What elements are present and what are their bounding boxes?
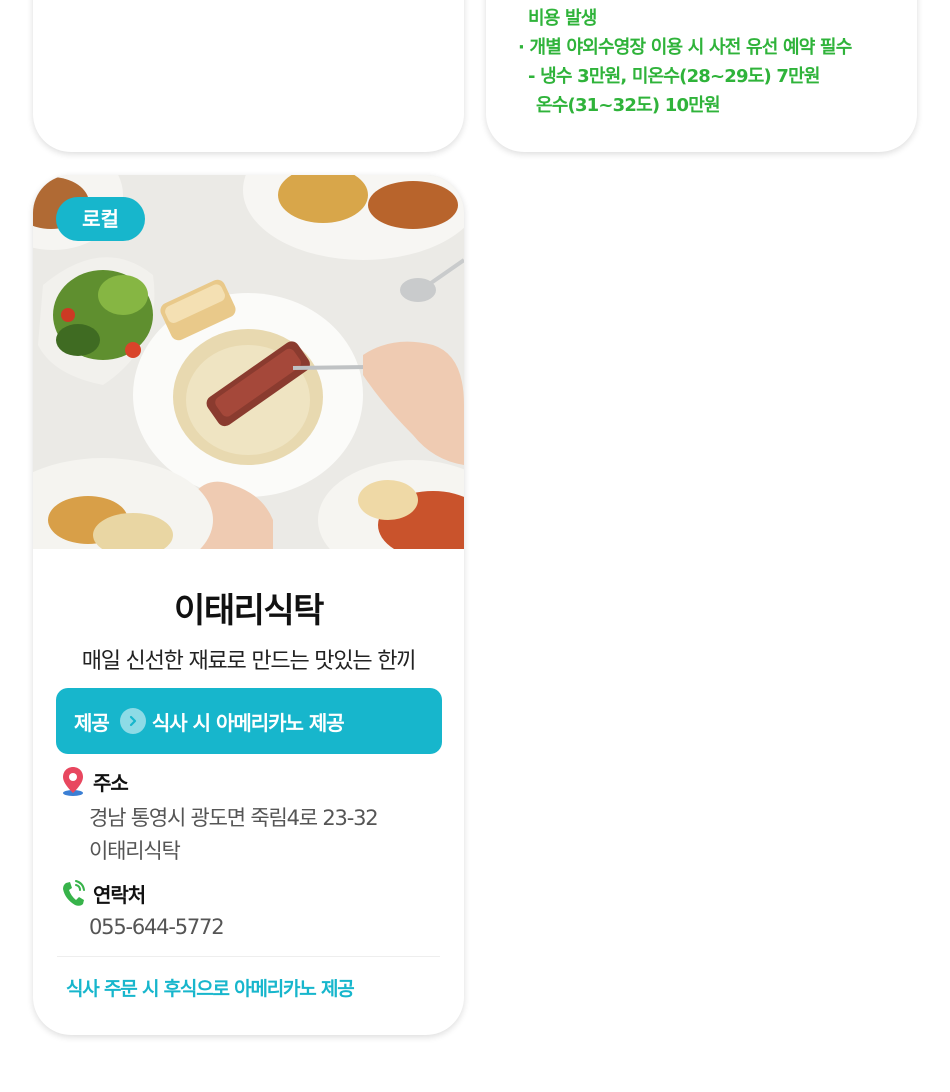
offer-text: 식사 시 아메리카노 제공: [151, 710, 345, 735]
contact-heading: 연락처: [59, 877, 146, 909]
offer-note: 식사 주문 시 후식으로 아메리카노 제공: [66, 978, 355, 1000]
address-heading: 주소: [59, 765, 129, 797]
top-left-card[interactable]: [33, 0, 464, 152]
food-photo: 로컬: [33, 175, 464, 549]
notes-line-3: - 냉수 3만원, 미온수(28~29도) 7만원: [528, 66, 820, 87]
divider: [57, 956, 440, 957]
top-right-card[interactable]: 비용 발생 · 개별 야외수영장 이용 시 사전 유선 예약 필수 - 냉수 3…: [486, 0, 917, 152]
local-badge: 로컬: [56, 197, 145, 241]
offer-label: 제공: [74, 710, 110, 735]
offer-banner[interactable]: 제공 식사 시 아메리카노 제공: [56, 688, 442, 754]
address-line-1: 경남 통영시 광도면 죽림4로 23-32: [89, 806, 379, 830]
notes-line-2: · 개별 야외수영장 이용 시 사전 유선 예약 필수: [518, 37, 852, 58]
restaurant-title: 이태리식탁: [174, 591, 324, 631]
phone-number[interactable]: 055-644-5772: [89, 915, 225, 939]
notes-line-4: 온수(31~32도) 10만원: [536, 95, 721, 116]
pool-notes: 비용 발생 · 개별 야외수영장 이용 시 사전 유선 예약 필수 - 냉수 3…: [518, 4, 907, 120]
restaurant-card[interactable]: 로컬 이태리식탁 매일 신선한 재료로 만드는 맛있는 한끼 제공 식사 시 아…: [33, 175, 464, 1035]
phone-icon: [59, 877, 87, 909]
contact-heading-label: 연락처: [93, 882, 146, 907]
notes-line-1: 비용 발생: [528, 8, 597, 29]
address-line-2: 이태리식탁: [89, 839, 181, 863]
map-pin-icon: [59, 765, 87, 797]
chevron-right-icon: [119, 708, 146, 734]
address-heading-label: 주소: [93, 770, 129, 795]
restaurant-subtitle: 매일 신선한 재료로 만드는 맛있는 한끼: [81, 649, 417, 674]
